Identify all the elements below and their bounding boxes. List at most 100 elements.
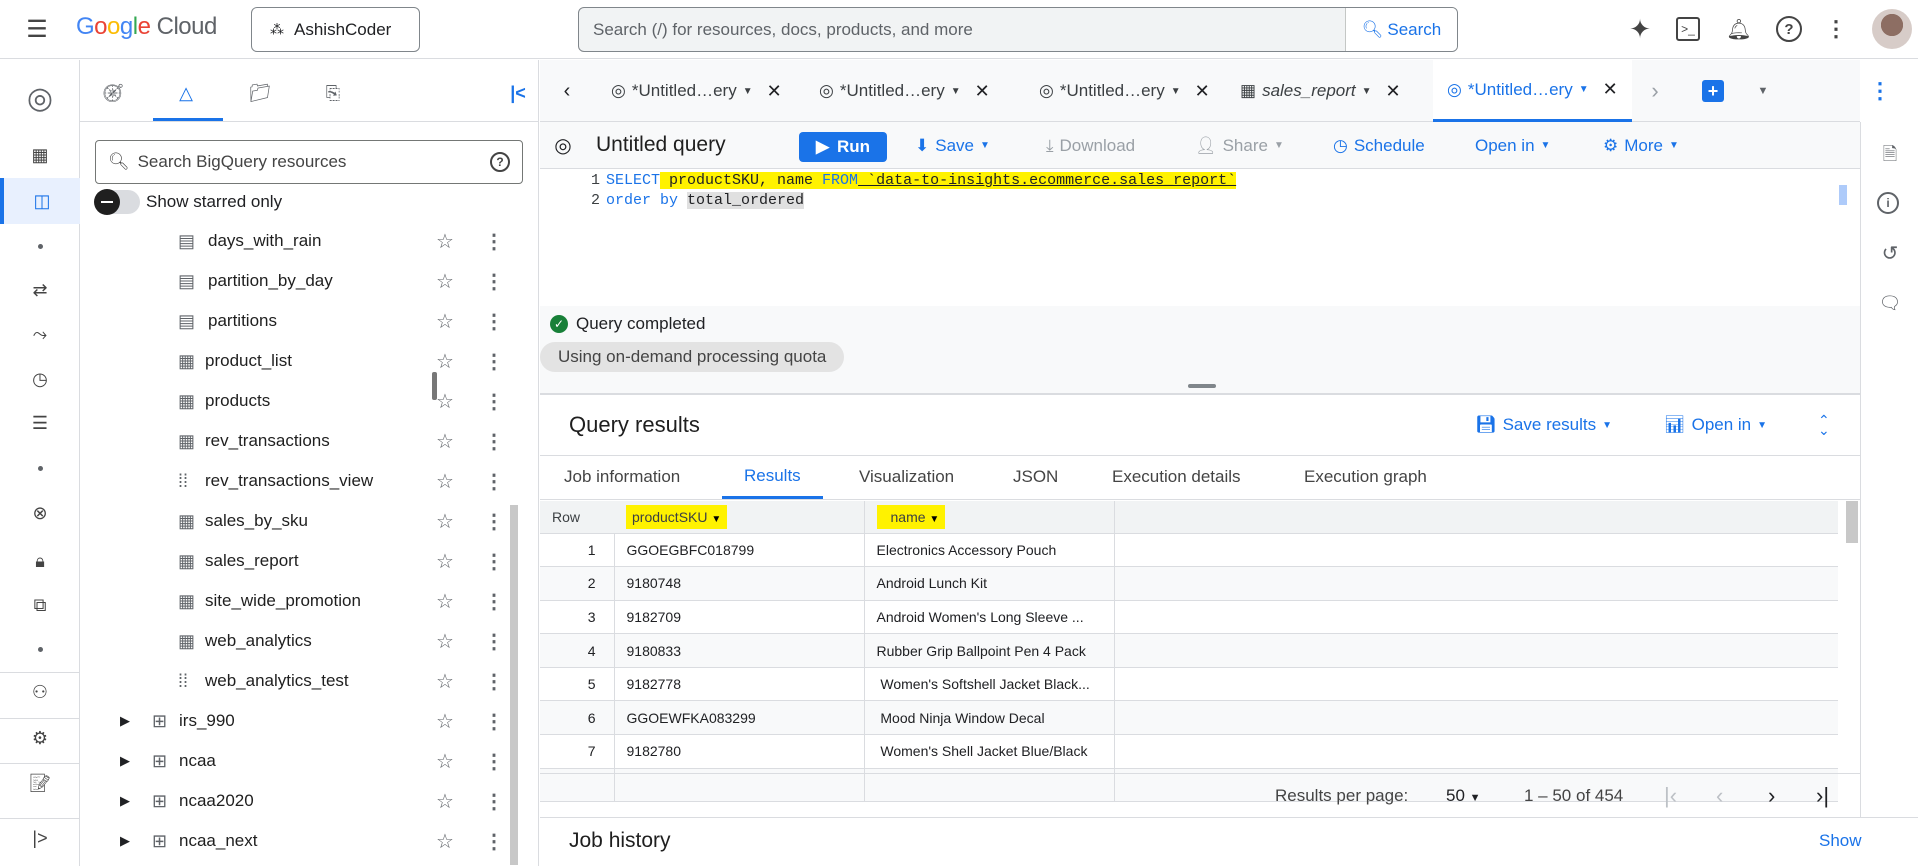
first-page-icon[interactable]: |‹ (1664, 783, 1677, 809)
collapse-panel-icon[interactable]: |< (498, 78, 538, 108)
save-results-button[interactable]: 💾︎ Save results ▼ (1475, 400, 1612, 450)
sort-dropdown-icon[interactable]: ▼ (929, 514, 939, 525)
star-icon[interactable]: ☆ (436, 829, 454, 854)
editor-scrollbar[interactable] (1839, 185, 1847, 205)
results-open-in-button[interactable]: 📊︎ Open in ▼ (1664, 400, 1767, 450)
new-tab-plus-icon[interactable]: + (1702, 80, 1724, 102)
results-tab-visualization[interactable]: Visualization (859, 455, 954, 499)
tree-item-sales-report[interactable]: ▦ sales_report ☆ ⋮ (80, 541, 520, 581)
close-tab-icon[interactable]: ✕ (1386, 81, 1401, 102)
explorer-tab-icon[interactable]: △ (166, 78, 206, 108)
expand-arrow-icon[interactable]: ▶ (120, 793, 130, 809)
more-options-icon[interactable]: ⋮ (484, 229, 504, 254)
tree-item-days-with-rain[interactable]: ▤ days_with_rain ☆ ⋮ (80, 221, 520, 261)
user-avatar[interactable] (1872, 9, 1912, 49)
tab-dropdown-icon[interactable]: ▼ (951, 86, 961, 97)
policy-lock-icon[interactable]: 🔒︎ (0, 541, 80, 581)
editor-tab[interactable]: ◎ *Untitled…ery ▼ ✕ (1433, 60, 1632, 122)
query-title[interactable]: Untitled query (596, 133, 726, 157)
tree-item-partition-by-day[interactable]: ▤ partition_by_day ☆ ⋮ (80, 261, 520, 301)
more-options-icon[interactable]: ⋮ (484, 709, 504, 734)
star-icon[interactable]: ☆ (436, 749, 454, 774)
history-icon[interactable]: ↺ (1877, 240, 1903, 266)
more-options-icon[interactable]: ⋮ (484, 549, 504, 574)
share-button[interactable]: 👤︎ Share ▼ (1195, 122, 1284, 169)
tree-dataset-ncaa2020[interactable]: ▶ ⊞ ncaa2020 ☆ ⋮ (80, 781, 520, 821)
global-search-input[interactable]: Search (/) for resources, docs, products… (579, 8, 1345, 51)
more-actions-icon[interactable]: ⋮ (1869, 76, 1891, 106)
column-header-name[interactable]: name ▼ (864, 501, 1115, 534)
tab-dropdown-icon[interactable]: ▼ (1362, 86, 1372, 97)
cell-name[interactable]: Electronics Accessory Pouch (864, 533, 1115, 568)
next-page-icon[interactable]: › (1768, 783, 1775, 809)
resource-search-input[interactable]: Search BigQuery resources (138, 152, 482, 172)
expand-arrow-icon[interactable]: ▶ (120, 713, 130, 729)
cell-productsku[interactable]: 9182780 (614, 734, 865, 769)
star-icon[interactable]: ☆ (436, 509, 454, 534)
expand-arrow-icon[interactable]: ▶ (120, 833, 130, 849)
close-tab-icon[interactable]: ✕ (975, 81, 990, 102)
column-header-productsku[interactable]: productSKU ▼ (614, 501, 865, 534)
cell-name[interactable]: Android Women's Long Sleeve ... (864, 600, 1115, 635)
editor-tab[interactable]: ◎ *Untitled…ery ▼ ✕ (597, 60, 796, 122)
scroll-tabs-right-icon[interactable]: › (1643, 76, 1667, 106)
editor-tab[interactable]: ◎ *Untitled…ery ▼ ✕ (805, 60, 1004, 122)
more-options-icon[interactable]: ⋮ (484, 589, 504, 614)
more-options-icon[interactable]: ⋮ (484, 309, 504, 334)
project-picker-button[interactable]: ⁂ AshishCoder (251, 7, 420, 52)
metadata-icon[interactable]: ⧉ (0, 585, 80, 625)
tree-scrollbar[interactable] (510, 505, 518, 865)
table-row[interactable]: 4 9180833 Rubber Grip Ballpoint Pen 4 Pack (540, 633, 1838, 668)
more-options-icon[interactable]: ⋮ (484, 789, 504, 814)
star-icon[interactable]: ☆ (436, 669, 454, 694)
panel-resize-handle[interactable] (432, 372, 437, 400)
previous-page-icon[interactable]: ‹ (1716, 783, 1723, 809)
more-options-icon[interactable]: ⋮ (484, 349, 504, 374)
partner-center-icon[interactable]: ⚇ (0, 672, 80, 712)
more-options-icon[interactable]: ⋮ (484, 469, 504, 494)
tree-item-web-analytics[interactable]: ▦ web_analytics ☆ ⋮ (80, 621, 520, 661)
star-icon[interactable]: ☆ (436, 549, 454, 574)
repository-icon[interactable]: ⎘ (313, 78, 353, 108)
code-line-2[interactable]: order by total_ordered (606, 192, 805, 209)
comments-icon[interactable]: 🗨︎ (1877, 290, 1903, 316)
query-details-icon[interactable]: 🗎︎ (1877, 144, 1903, 170)
sort-dropdown-icon[interactable]: ▼ (711, 514, 721, 525)
more-options-icon[interactable]: ⋮ (484, 669, 504, 694)
more-options-icon[interactable]: ⋮ (484, 269, 504, 294)
star-icon[interactable]: ☆ (436, 629, 454, 654)
bigquery-logo-icon[interactable]: ◎ (0, 68, 80, 128)
more-button[interactable]: ⚙ More ▼ (1603, 122, 1679, 169)
tree-item-rev-transactions[interactable]: ▦ rev_transactions ☆ ⋮ (80, 421, 520, 461)
schedule-button[interactable]: ◷ Schedule (1333, 122, 1425, 169)
star-icon[interactable]: ☆ (436, 469, 454, 494)
studio-icon[interactable]: ◫ (0, 178, 80, 224)
open-in-button[interactable]: Open in ▼ (1475, 122, 1550, 169)
show-job-history-button[interactable]: Show (1819, 831, 1862, 851)
search-button[interactable]: 🔍︎ Search (1345, 8, 1457, 51)
scroll-tabs-left-icon[interactable]: ‹ (552, 76, 582, 106)
star-icon[interactable]: ☆ (436, 389, 454, 414)
star-icon[interactable]: ☆ (436, 229, 454, 254)
table-row[interactable]: 7 9182780 Women's Shell Jacket Blue/Black (540, 734, 1838, 769)
save-button[interactable]: ⬇︎ Save ▼ (915, 122, 990, 169)
global-search[interactable]: Search (/) for resources, docs, products… (578, 7, 1458, 52)
cell-productsku[interactable]: 9180748 (614, 566, 865, 601)
table-row[interactable]: 1 GGOEGBFC018799 Electronics Accessory Pou… (540, 533, 1838, 568)
results-tab-execution-details[interactable]: Execution details (1112, 455, 1241, 499)
results-tab-job-information[interactable]: Job information (564, 455, 680, 499)
expand-rail-icon[interactable]: |> (0, 818, 80, 858)
notifications-bell-icon[interactable]: 🔔︎ (1725, 14, 1753, 44)
star-icon[interactable]: ☆ (436, 789, 454, 814)
google-cloud-logo[interactable]: Google Cloud (76, 13, 217, 41)
more-options-icon[interactable]: ⋮ (484, 749, 504, 774)
tree-item-products[interactable]: ▦ products ☆ ⋮ (80, 381, 520, 421)
analytics-hub-icon[interactable]: ⊗ (0, 493, 80, 533)
last-page-icon[interactable]: ›| (1816, 783, 1829, 809)
cell-name[interactable]: Android Lunch Kit (864, 566, 1115, 601)
tree-dataset-ncaa-next[interactable]: ▶ ⊞ ncaa_next ☆ ⋮ (80, 821, 520, 861)
tree-item-partitions[interactable]: ▤ partitions ☆ ⋮ (80, 301, 520, 341)
overview-icon[interactable]: ▦ (0, 135, 80, 175)
gemini-spark-icon[interactable]: ✦ (1625, 14, 1655, 44)
code-line-1[interactable]: SELECT productSKU, name FROM `data-to-in… (606, 172, 1237, 189)
